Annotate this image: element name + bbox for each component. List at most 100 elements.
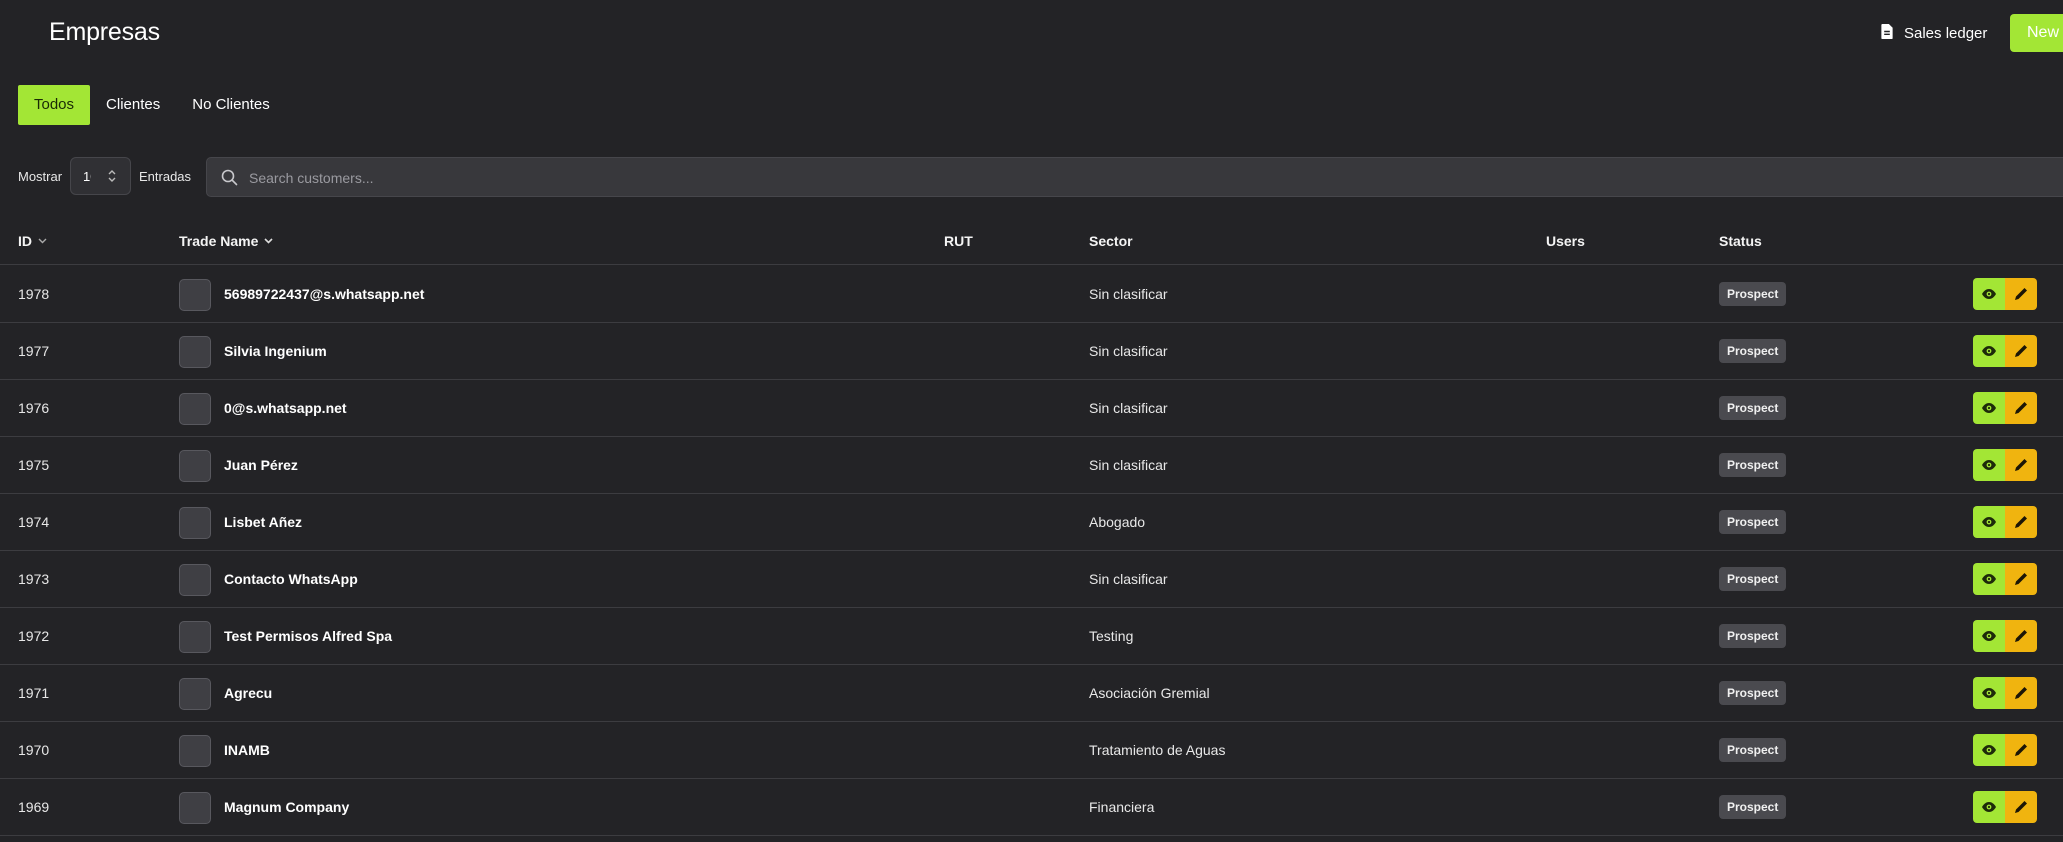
- pencil-icon: [2015, 801, 2027, 813]
- row-id: 1976: [18, 400, 50, 416]
- row-sector: Sin clasificar: [1089, 571, 1168, 587]
- row-trade-name[interactable]: Test Permisos Alfred Spa: [224, 628, 392, 644]
- row-trade-name[interactable]: Silvia Ingenium: [224, 343, 327, 359]
- row-id: 1974: [18, 514, 50, 530]
- column-header-rut: RUT: [944, 233, 973, 249]
- company-avatar: [179, 564, 211, 596]
- company-avatar: [179, 450, 211, 482]
- table-header: ID Trade Name RUT Sector Users Status: [0, 233, 2063, 265]
- sales-ledger-button[interactable]: Sales ledger: [1880, 20, 1987, 46]
- pencil-icon: [2015, 573, 2027, 585]
- document-icon: [1880, 23, 1894, 43]
- column-header-id-label: ID: [18, 233, 32, 249]
- row-sector: Testing: [1089, 628, 1134, 644]
- search-input[interactable]: [247, 158, 1751, 198]
- table-row: 1972 Test Permisos Alfred Spa Testing Pr…: [0, 608, 2063, 665]
- new-company-button[interactable]: New C: [2010, 14, 2063, 52]
- view-button[interactable]: [1973, 335, 2005, 367]
- row-actions: [1973, 506, 2037, 538]
- status-badge: Prospect: [1719, 396, 1787, 420]
- column-header-users: Users: [1546, 233, 1585, 249]
- row-id: 1977: [18, 343, 50, 359]
- row-trade-name[interactable]: Agrecu: [224, 685, 272, 701]
- row-trade-name[interactable]: 0@s.whatsapp.net: [224, 400, 347, 416]
- eye-icon: [1982, 403, 1996, 413]
- eye-icon: [1982, 460, 1996, 470]
- filter-tabs: Todos Clientes No Clientes: [18, 85, 286, 125]
- view-button[interactable]: [1973, 563, 2005, 595]
- tab-clientes[interactable]: Clientes: [90, 85, 176, 125]
- pencil-icon: [2015, 459, 2027, 471]
- row-id: 1969: [18, 799, 50, 815]
- edit-button[interactable]: [2005, 734, 2037, 766]
- eye-icon: [1982, 517, 1996, 527]
- table-row: 1978 56989722437@s.whatsapp.net Sin clas…: [0, 266, 2063, 323]
- row-id: 1973: [18, 571, 50, 587]
- status-badge: Prospect: [1719, 567, 1787, 591]
- row-sector: Sin clasificar: [1089, 400, 1168, 416]
- edit-button[interactable]: [2005, 791, 2037, 823]
- eye-icon: [1982, 574, 1996, 584]
- eye-icon: [1982, 346, 1996, 356]
- table-row: 1973 Contacto WhatsApp Sin clasificar Pr…: [0, 551, 2063, 608]
- search-icon: [221, 169, 238, 186]
- row-trade-name[interactable]: Juan Pérez: [224, 457, 298, 473]
- edit-button[interactable]: [2005, 278, 2037, 310]
- tab-todos[interactable]: Todos: [18, 85, 91, 125]
- chevron-down-icon: [38, 238, 47, 244]
- view-button[interactable]: [1973, 791, 2005, 823]
- row-trade-name[interactable]: INAMB: [224, 742, 270, 758]
- company-avatar: [179, 279, 211, 311]
- row-id: 1972: [18, 628, 50, 644]
- view-button[interactable]: [1973, 278, 2005, 310]
- page-title: Empresas: [49, 18, 160, 46]
- view-button[interactable]: [1973, 734, 2005, 766]
- edit-button[interactable]: [2005, 506, 2037, 538]
- row-actions: [1973, 335, 2037, 367]
- edit-button[interactable]: [2005, 620, 2037, 652]
- row-sector: Abogado: [1089, 514, 1146, 530]
- view-button[interactable]: [1973, 677, 2005, 709]
- column-header-trade-name-label: Trade Name: [179, 233, 259, 249]
- row-actions: [1973, 449, 2037, 481]
- view-button[interactable]: [1973, 506, 2005, 538]
- status-badge: Prospect: [1719, 795, 1787, 819]
- row-trade-name[interactable]: 56989722437@s.whatsapp.net: [224, 286, 424, 302]
- row-sector: Asociación Gremial: [1089, 685, 1210, 701]
- row-actions: [1973, 620, 2037, 652]
- edit-button[interactable]: [2005, 449, 2037, 481]
- view-button[interactable]: [1973, 449, 2005, 481]
- view-button[interactable]: [1973, 392, 2005, 424]
- row-actions: [1973, 791, 2037, 823]
- column-header-status: Status: [1719, 233, 1762, 249]
- row-id: 1971: [18, 685, 50, 701]
- pencil-icon: [2015, 630, 2027, 642]
- pencil-icon: [2015, 345, 2027, 357]
- status-badge: Prospect: [1719, 681, 1787, 705]
- row-trade-name[interactable]: Magnum Company: [224, 799, 349, 815]
- column-header-id[interactable]: ID: [18, 233, 47, 249]
- status-badge: Prospect: [1719, 738, 1787, 762]
- edit-button[interactable]: [2005, 563, 2037, 595]
- sales-ledger-label: Sales ledger: [1904, 24, 1988, 42]
- eye-icon: [1982, 688, 1996, 698]
- table-row: 1974 Lisbet Añez Abogado Prospect: [0, 494, 2063, 551]
- row-sector: Financiera: [1089, 799, 1155, 815]
- table-row: 1977 Silvia Ingenium Sin clasificar Pros…: [0, 323, 2063, 380]
- pencil-icon: [2015, 744, 2027, 756]
- status-badge: Prospect: [1719, 339, 1787, 363]
- company-avatar: [179, 678, 211, 710]
- row-actions: [1973, 677, 2037, 709]
- edit-button[interactable]: [2005, 335, 2037, 367]
- row-sector: Sin clasificar: [1089, 457, 1168, 473]
- edit-button[interactable]: [2005, 392, 2037, 424]
- pencil-icon: [2015, 687, 2027, 699]
- tab-no-clientes[interactable]: No Clientes: [176, 85, 286, 125]
- company-avatar: [179, 735, 211, 767]
- row-trade-name[interactable]: Lisbet Añez: [224, 514, 302, 530]
- view-button[interactable]: [1973, 620, 2005, 652]
- column-header-trade-name[interactable]: Trade Name: [179, 233, 273, 249]
- row-trade-name[interactable]: Contacto WhatsApp: [224, 571, 358, 587]
- page-size-select[interactable]: 10: [70, 157, 131, 195]
- edit-button[interactable]: [2005, 677, 2037, 709]
